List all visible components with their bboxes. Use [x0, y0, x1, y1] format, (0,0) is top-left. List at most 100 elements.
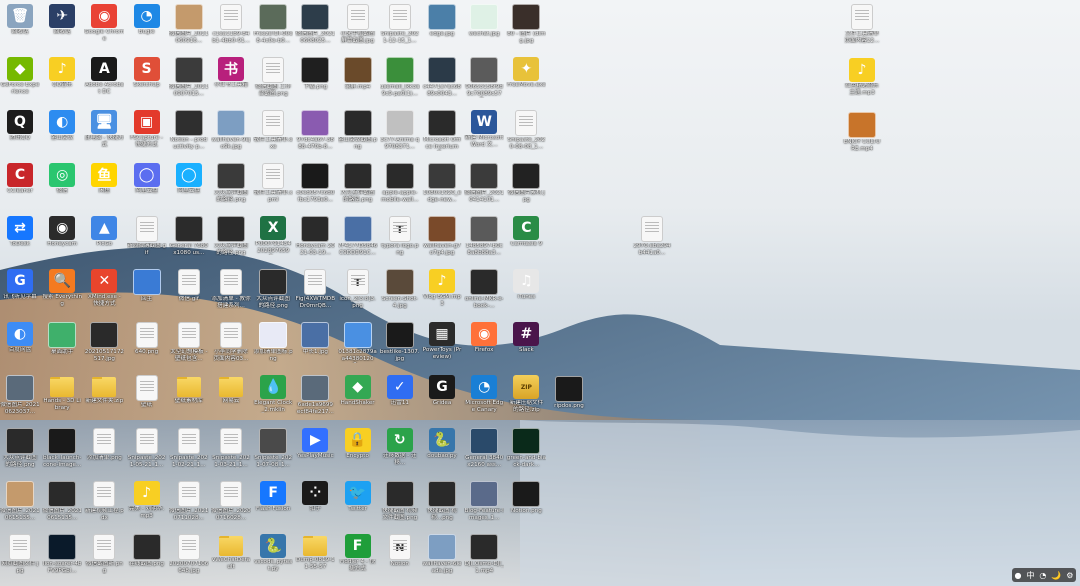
- desktop-icon-freemove-exe[interactable]: ✦ FreeMove.exe: [506, 57, 546, 89]
- desktop-icon-general-7680x1080-us[interactable]: General 7680x1080 us...: [169, 216, 209, 256]
- desktop-icon-fig-4xwtmdbdr0mrqb[interactable]: Fig(4XWTMDBDr0mrQB...: [295, 269, 335, 309]
- desktop-icon-20210711028[interactable]: 微信图片_20210711028...: [169, 481, 209, 521]
- desktop-icon-png[interactable]: 大众点评截图 的路径.png: [211, 163, 251, 203]
- desktop-icon-7f4177d5846c9ddd91c[interactable]: 7F4177D5846C9DDD91C...: [338, 216, 378, 256]
- desktop-icon-png[interactable]: 微信截图新.png: [84, 534, 124, 574]
- desktop-icon-item[interactable]: ◐ 金山会议: [42, 110, 82, 142]
- desktop-icon-qq[interactable]: ♪ QQ音乐: [42, 57, 82, 89]
- desktop-icon-fscapture[interactable]: ▣ FSCapture - 快捷方式: [127, 110, 167, 148]
- tray-item-0[interactable]: ●: [1014, 571, 1021, 580]
- desktop-icon-dji-osmo-dji-1-mp4[interactable]: DJI_Osmo-DJI_1.mp4: [464, 534, 504, 574]
- desktop-icon-11[interactable]: ✓ 迅雷11: [380, 375, 420, 407]
- desktop-icon-gridea[interactable]: G Gridea: [422, 375, 462, 407]
- desktop-icon-qq[interactable]: Q 腾讯QQ: [0, 110, 40, 142]
- desktop-icon-mp4[interactable]: 录屏.mp4: [338, 57, 378, 91]
- desktop-icon-20210608025[interactable]: 微信图片_20210608025...: [295, 4, 335, 44]
- desktop-icon-todesk[interactable]: ⇄ ToDesk: [0, 216, 40, 248]
- desktop-icon-item[interactable]: 添加清单 - 教你搭建系列...: [211, 269, 251, 309]
- desktop-icon-item[interactable]: ✈ 回收站: [42, 4, 82, 36]
- desktop-icon-png[interactable]: 添加清单图标.png: [253, 322, 293, 362]
- desktop-icon-dump-0819-11-55-57[interactable]: Dump-0819-11-55-57: [295, 534, 335, 570]
- desktop-icon-p000791434-2028976594[interactable]: XP000791434 2028976594...: [253, 216, 293, 255]
- desktop-icon-zip[interactable]: 新建压缩文件 的路径.zip: [506, 375, 546, 413]
- desktop-icon-mp3[interactable]: ♪ 红色精选音乐 主题.mp3: [842, 58, 882, 96]
- desktop-icon-wechat-jpg[interactable]: wechat.jpg: [464, 4, 504, 38]
- desktop-icon-2021060916[interactable]: 微信图片_2021060916...: [169, 4, 209, 44]
- desktop-icon-item[interactable]: ↻ 迁移数据 - 迁移...: [380, 428, 420, 466]
- desktop-icon-2970-eba294b441a0[interactable]: 2970.eba294b441a0...: [632, 216, 672, 256]
- desktop-icon-flash-fusion[interactable]: F Flash Fusion: [253, 481, 293, 513]
- desktop-icon-snipaste-2021-12-15-1[interactable]: Snipaste_2021-12-15_1...: [380, 4, 420, 44]
- tray-item-4[interactable]: ⚙: [1066, 571, 1073, 580]
- desktop-icon-item[interactable]: 网易云: [211, 375, 251, 405]
- desktop-icon-80-dimg-jpg[interactable]: 80 - 图片 (dimg.jpg: [506, 4, 546, 44]
- desktop-icon-slack[interactable]: # Slack: [506, 322, 546, 354]
- desktop-icon-icon-2-3-8-3-png[interactable]: Ticon_2[3.8]3.png: [338, 269, 378, 309]
- desktop-icon-png[interactable]: 快捷截图 视频文件截图.png: [380, 481, 420, 521]
- desktop-icon-20210623037[interactable]: 微信图片_20210623037...: [0, 375, 40, 415]
- desktop-icon-elegant-clock-2-mklin[interactable]: 💧 Elegant Clock_2.mklin: [253, 375, 293, 413]
- desktop-icon-png[interactable]: 大众点评截图 的路径.png: [0, 428, 40, 468]
- desktop-icon-png[interactable]: 大众点评截图 的路径.png: [211, 216, 251, 256]
- desktop-icon-green-and-black-dark[interactable]: green-and-black-dark...: [506, 428, 546, 468]
- desktop-icon-png[interactable]: 在线截图.png: [127, 534, 167, 568]
- desktop-icon-honeycam-2021-03-19[interactable]: Honeycam 2021-03-19...: [295, 216, 335, 256]
- desktop-icon-1485897-b0c8a8b88a3[interactable]: 1485897-b0c8a8b88a3...: [464, 216, 504, 256]
- desktop-icon-snipaste-2021-02-21-1[interactable]: Snipaste_2021-02-21_1...: [169, 428, 209, 468]
- desktop-icon-microsoft-edge-canary[interactable]: ◔ Microsoft Edge Canary: [464, 375, 504, 413]
- desktop-icon-itunes[interactable]: ♫ iTunes: [506, 269, 546, 301]
- desktop-icon-freeze-dl-00e8-4c0e-b0[interactable]: Freeze!Dl-00e8-4c0e-b0...: [253, 4, 293, 44]
- desktop-icon-jpg[interactable]: 微信图片素材.jpg: [506, 163, 546, 203]
- desktop-icon-item[interactable]: 回主: [127, 269, 167, 303]
- desktop-icon-everything[interactable]: 🔍 搜索 Everything: [42, 269, 82, 307]
- desktop-icon-notion-productivity-p[interactable]: Notion - productivity p...: [169, 110, 209, 150]
- desktop-icon-snipaste-2021-05-21-1[interactable]: Snipaste_2021-05-21_1...: [127, 428, 167, 468]
- desktop-icon-enjoy-culture-mp4[interactable]: ENJOY CULTURE.mp4: [842, 112, 882, 152]
- desktop-icon-online-mkr-e-book[interactable]: online-MKR-e-book-...: [464, 269, 504, 309]
- desktop-icon-notion-png[interactable]: Notion.png: [506, 481, 546, 515]
- desktop-icon-edge-jpg[interactable]: edge.jpg: [422, 4, 462, 38]
- desktop-icon-wallhaven-9ejo9k-jpg[interactable]: wallhaven-9ejo9k.jpg: [211, 110, 251, 150]
- desktop-icon-encypto[interactable]: 🔒 Encypto: [338, 428, 378, 460]
- desktop-icon-01381c2879aa443801200[interactable]: 01381c2879aa443801200...: [338, 322, 378, 363]
- desktop-icon-bestlike-1307-jpg[interactable]: bestlike-1307.jpg: [380, 322, 420, 362]
- desktop-icon-sketchup[interactable]: S SketchUp: [127, 57, 167, 89]
- desktop-icon-png[interactable]: 大众点评截图 的路径.png: [253, 269, 293, 309]
- desktop-icon-general-3840x2160-ass[interactable]: General 3840x2160 ass...: [464, 428, 504, 468]
- desktop-icon-20210517172517-jpg[interactable]: 20210517172517.jpg: [84, 322, 124, 362]
- desktop-icon-yesplaymusic[interactable]: ▶ YesPlayMusic: [295, 428, 335, 460]
- desktop-icon-pdx[interactable]: 新建视频工程.pdx: [84, 481, 124, 521]
- desktop-icon-item[interactable]: 壁纸素材库: [169, 375, 209, 405]
- desktop-icon-97dc4a67-3888-470b-8[interactable]: 97dc4a67-3888-470b-8...: [295, 110, 335, 150]
- desktop-icon-honeycam[interactable]: ◉ Honeycam: [42, 216, 82, 248]
- desktop-icon-gif[interactable]: 新浪微博截图.gif: [127, 216, 167, 256]
- desktop-icon-mp3[interactable]: ♪ 完美 - 刘明华.mp3: [127, 481, 167, 519]
- desktop-icon-vwechatdefault[interactable]: vWeChatDefault: [211, 534, 251, 570]
- desktop-icon-gif[interactable]: 微信.gif: [169, 269, 209, 303]
- desktop-icon-20210615135[interactable]: 微信图片_20210615135...: [0, 481, 40, 521]
- desktop-icon-firefox[interactable]: ◉ Firefox: [464, 322, 504, 354]
- desktop-icon-item[interactable]: ◯ 阿里云盘: [127, 163, 167, 195]
- desktop-icon-22[interactable]: 文件工具清单 页面内容22...: [842, 4, 882, 44]
- desktop-icon-20210615135[interactable]: 微信图片_20210615135...: [42, 481, 82, 521]
- desktop-icon-vlog-bgm-mp3[interactable]: ♪ Vlog BGM.mp3: [422, 269, 462, 307]
- desktop-icon-20200707106648-jpg[interactable]: 20200707106648.jpg: [169, 534, 209, 574]
- desktop-icon-20200716028[interactable]: 微信图片_20200716028...: [211, 481, 251, 521]
- desktop-icon-apple-apple-mobile-wall[interactable]: apple-apple-mobile-wall...: [380, 163, 420, 203]
- desktop-icon-usemail-lkk3a9c9-pa0-1[interactable]: usemail_lkk3a9c9-pa0(1)...: [380, 57, 420, 97]
- desktop-icon-1080x1920-edge-new[interactable]: 1080x1920_edge-new...: [422, 163, 462, 203]
- desktop-icon-microsoft-word[interactable]: W 新建 Microsoft Word 文...: [464, 110, 504, 148]
- desktop-icon-item[interactable]: 🗑 回收站: [0, 4, 40, 36]
- desktop-icon-vscode-pytest-py[interactable]: 🐍 vscode_pytest.py: [253, 534, 293, 572]
- desktop-icon-png[interactable]: 下载.png: [295, 57, 335, 91]
- desktop-icon-640-png[interactable]: 640.png: [127, 322, 167, 356]
- desktop-icon-snipaste-2021-07-08-1[interactable]: Snipaste_2021-07-08_1...: [253, 428, 293, 468]
- desktop-icon-png[interactable]: 微信截图 工作台截图.png: [253, 57, 293, 97]
- desktop-icon-exe[interactable]: 软件工具清单.exe: [253, 110, 293, 150]
- desktop-icon-camtasia-9[interactable]: C Camtasia 9: [506, 216, 546, 248]
- desktop-icon-item[interactable]: ◐ 百度网盘: [0, 322, 40, 354]
- tray-item-1[interactable]: 中: [1026, 570, 1034, 581]
- desktop-icon-notion[interactable]: N Notion: [380, 534, 420, 568]
- desktop-icon-picgo[interactable]: ▲ PicGo: [84, 216, 124, 248]
- desktop-icon-ripdos-png[interactable]: ripdos.png: [549, 376, 589, 410]
